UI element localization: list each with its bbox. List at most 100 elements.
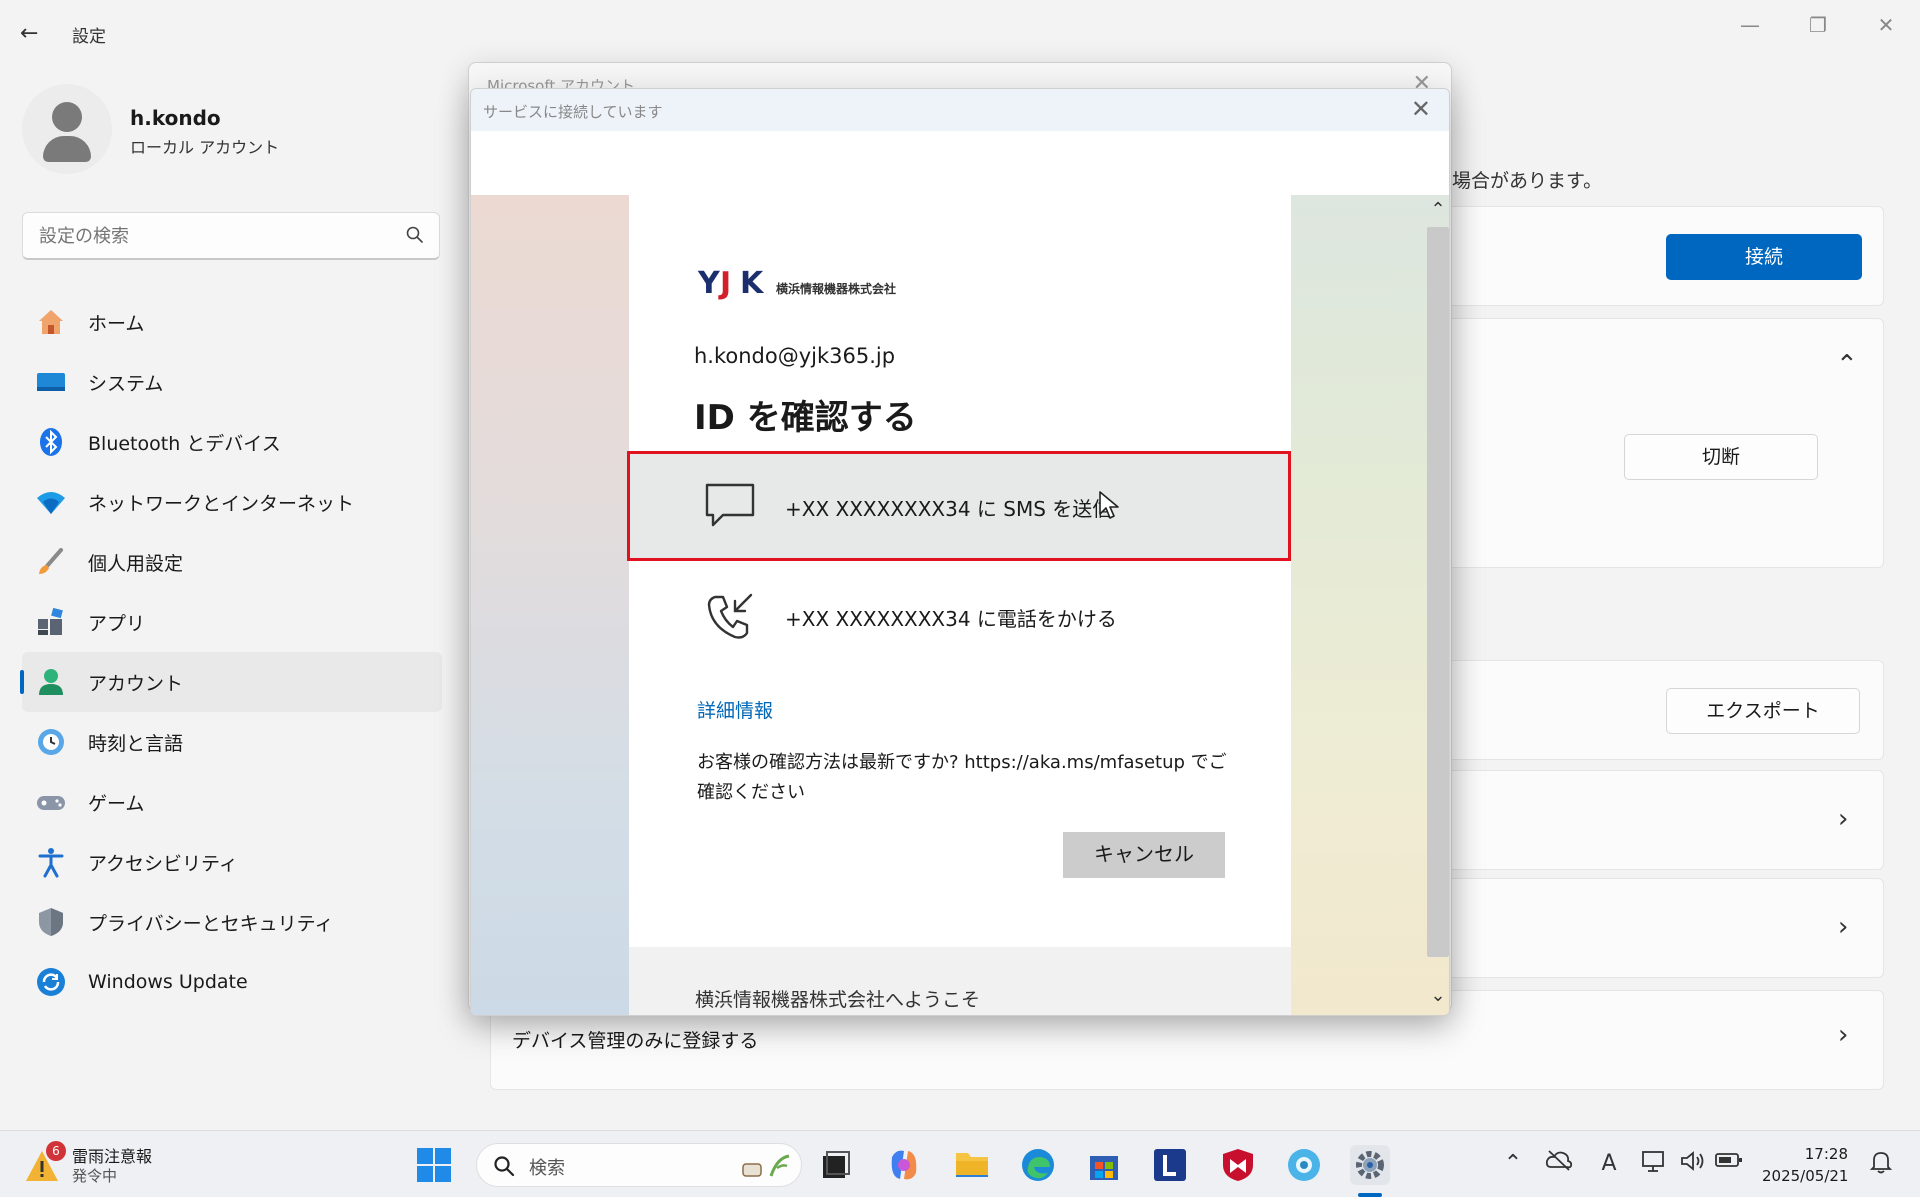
hint-text: 場合があります。 (1452, 170, 1603, 192)
file-explorer-button[interactable] (952, 1145, 992, 1185)
weather-widget[interactable]: 6 雷雨注意報 発令中 (24, 1141, 184, 1189)
sidebar-item-privacy[interactable]: プライバシーとセキュリティ (22, 892, 442, 952)
chevron-up-icon[interactable]: ⌃ (1836, 350, 1858, 380)
l-app-icon (1154, 1149, 1186, 1181)
active-app-indicator (1358, 1193, 1382, 1197)
sidebar-item-bluetooth[interactable]: Bluetooth とデバイス (22, 412, 442, 472)
cancel-button[interactable]: キャンセル (1063, 832, 1225, 878)
verify-heading: ID を確認する (694, 398, 917, 438)
sidebar-item-home[interactable]: ホーム (22, 292, 442, 352)
panel-footer: 横浜情報機器株式会社へようこそ (629, 947, 1291, 1015)
sidebar-item-label: Windows Update (88, 971, 248, 993)
details-link[interactable]: 詳細情報 (697, 696, 773, 723)
chevron-up-icon[interactable]: ⌃ (1498, 1149, 1528, 1179)
sidebar-item-accounts[interactable]: アカウント (20, 652, 442, 712)
dialog-title: サービスに接続しています (483, 103, 663, 121)
chevron-right-icon[interactable]: › (1838, 912, 1848, 942)
avatar[interactable] (22, 84, 112, 174)
scrollbar[interactable]: ⌃ ⌄ (1423, 195, 1449, 1015)
yjk-logo-mark: Y J K (698, 266, 764, 301)
sidebar-item-label: システム (88, 372, 164, 395)
store-button[interactable] (1084, 1145, 1124, 1185)
clock-globe-icon (34, 725, 68, 759)
ime-mode-icon[interactable]: A (1594, 1149, 1624, 1179)
sidebar-item-network[interactable]: ネットワークとインターネット (22, 472, 442, 532)
copilot-button[interactable] (884, 1145, 924, 1185)
close-icon[interactable]: ✕ (1866, 10, 1906, 40)
sms-option-label: +XX XXXXXXXX34 に SMS を送信 (785, 497, 1113, 521)
sms-option[interactable]: +XX XXXXXXXX34 に SMS を送信 (627, 451, 1291, 561)
edge-button[interactable] (1018, 1145, 1058, 1185)
l-app-button[interactable] (1150, 1145, 1190, 1185)
chevron-right-icon[interactable]: › (1838, 804, 1848, 834)
sidebar-item-apps[interactable]: アプリ (22, 592, 442, 652)
sidebar-item-label: 個人用設定 (88, 552, 184, 575)
gamepad-icon (34, 785, 68, 819)
scrollbar-thumb[interactable] (1427, 227, 1449, 957)
welcome-text: 横浜情報機器株式会社へようこそ (695, 989, 981, 1011)
camera-app-button[interactable] (1284, 1145, 1324, 1185)
bluetooth-icon (34, 425, 68, 459)
call-option[interactable]: +XX XXXXXXXX34 に電話をかける (627, 561, 1291, 671)
settings-row[interactable] (1440, 878, 1884, 978)
display-network-icon[interactable] (1640, 1149, 1670, 1179)
weather-badge: 6 (46, 1141, 66, 1161)
taskbar-clock[interactable]: 17:28 2025/05/21 (1762, 1143, 1848, 1187)
sidebar-item-time-language[interactable]: 時刻と言語 (22, 712, 442, 772)
sidebar-item-personalization[interactable]: 個人用設定 (22, 532, 442, 592)
sidebar-nav: ホーム システム Bluetooth とデバイス ネットワークとインターネット … (20, 292, 442, 1012)
task-view-button[interactable] (816, 1145, 856, 1185)
phone-call-icon (707, 593, 753, 639)
scroll-up-icon[interactable]: ⌃ (1427, 199, 1449, 223)
settings-row[interactable] (1440, 770, 1884, 870)
wifi-icon (34, 485, 68, 519)
clock-date: 2025/05/21 (1762, 1167, 1849, 1185)
close-icon[interactable]: ✕ (1411, 95, 1431, 123)
volume-icon[interactable] (1678, 1149, 1708, 1179)
mfa-info-text: お客様の確認方法は最新ですか? https://aka.ms/mfasetup … (697, 752, 1227, 803)
settings-search-box[interactable] (22, 212, 440, 260)
taskbar-search-label: 検索 (529, 1158, 565, 1179)
sidebar-item-gaming[interactable]: ゲーム (22, 772, 442, 832)
notification-bell-icon[interactable] (1866, 1149, 1896, 1179)
sidebar-item-label: ネットワークとインターネット (88, 492, 355, 515)
minimize-icon[interactable]: — (1730, 10, 1770, 40)
search-icon (494, 1156, 515, 1177)
battery-icon[interactable] (1714, 1149, 1744, 1179)
sidebar-item-label: アプリ (88, 612, 146, 635)
mouse-cursor-icon (1099, 491, 1119, 519)
camera-icon (1288, 1149, 1320, 1181)
windows-logo-icon (417, 1148, 451, 1182)
mcafee-button[interactable] (1218, 1145, 1258, 1185)
search-icon[interactable] (405, 225, 425, 245)
scroll-down-icon[interactable]: ⌄ (1427, 985, 1449, 1009)
home-icon (34, 305, 68, 339)
sidebar-item-windows-update[interactable]: Windows Update (22, 952, 442, 1012)
connect-button[interactable]: 接続 (1666, 234, 1862, 280)
weather-title: 雷雨注意報 (72, 1147, 153, 1166)
account-email: h.kondo@yjk365.jp (694, 344, 896, 368)
copilot-icon (891, 1150, 917, 1180)
chevron-right-icon[interactable]: › (1838, 1020, 1848, 1050)
dialog-titlebar: サービスに接続しています ✕ (471, 89, 1449, 131)
start-button[interactable] (414, 1145, 454, 1185)
sidebar-item-accessibility[interactable]: アクセシビリティ (22, 832, 442, 892)
restore-icon[interactable]: ❐ (1798, 10, 1838, 40)
brush-icon (34, 545, 68, 579)
chat-bubble-icon (705, 483, 755, 527)
taskbar-search[interactable]: 検索 (476, 1143, 802, 1187)
disconnect-button[interactable]: 切断 (1624, 434, 1818, 480)
back-arrow-icon[interactable]: ← (20, 22, 44, 46)
avatar-body (43, 136, 91, 162)
export-button[interactable]: エクスポート (1666, 688, 1860, 734)
onedrive-offline-icon[interactable] (1544, 1149, 1574, 1179)
sidebar-item-label: プライバシーとセキュリティ (88, 912, 334, 935)
settings-app-button[interactable] (1350, 1145, 1390, 1185)
sidebar-item-system[interactable]: システム (22, 352, 442, 412)
avatar-head (52, 102, 82, 132)
window-title: 設定 (72, 27, 106, 47)
system-icon (34, 365, 68, 399)
call-option-label: +XX XXXXXXXX34 に電話をかける (785, 607, 1117, 631)
settings-search-input[interactable] (39, 223, 399, 249)
sidebar-item-label: アクセシビリティ (88, 852, 238, 875)
